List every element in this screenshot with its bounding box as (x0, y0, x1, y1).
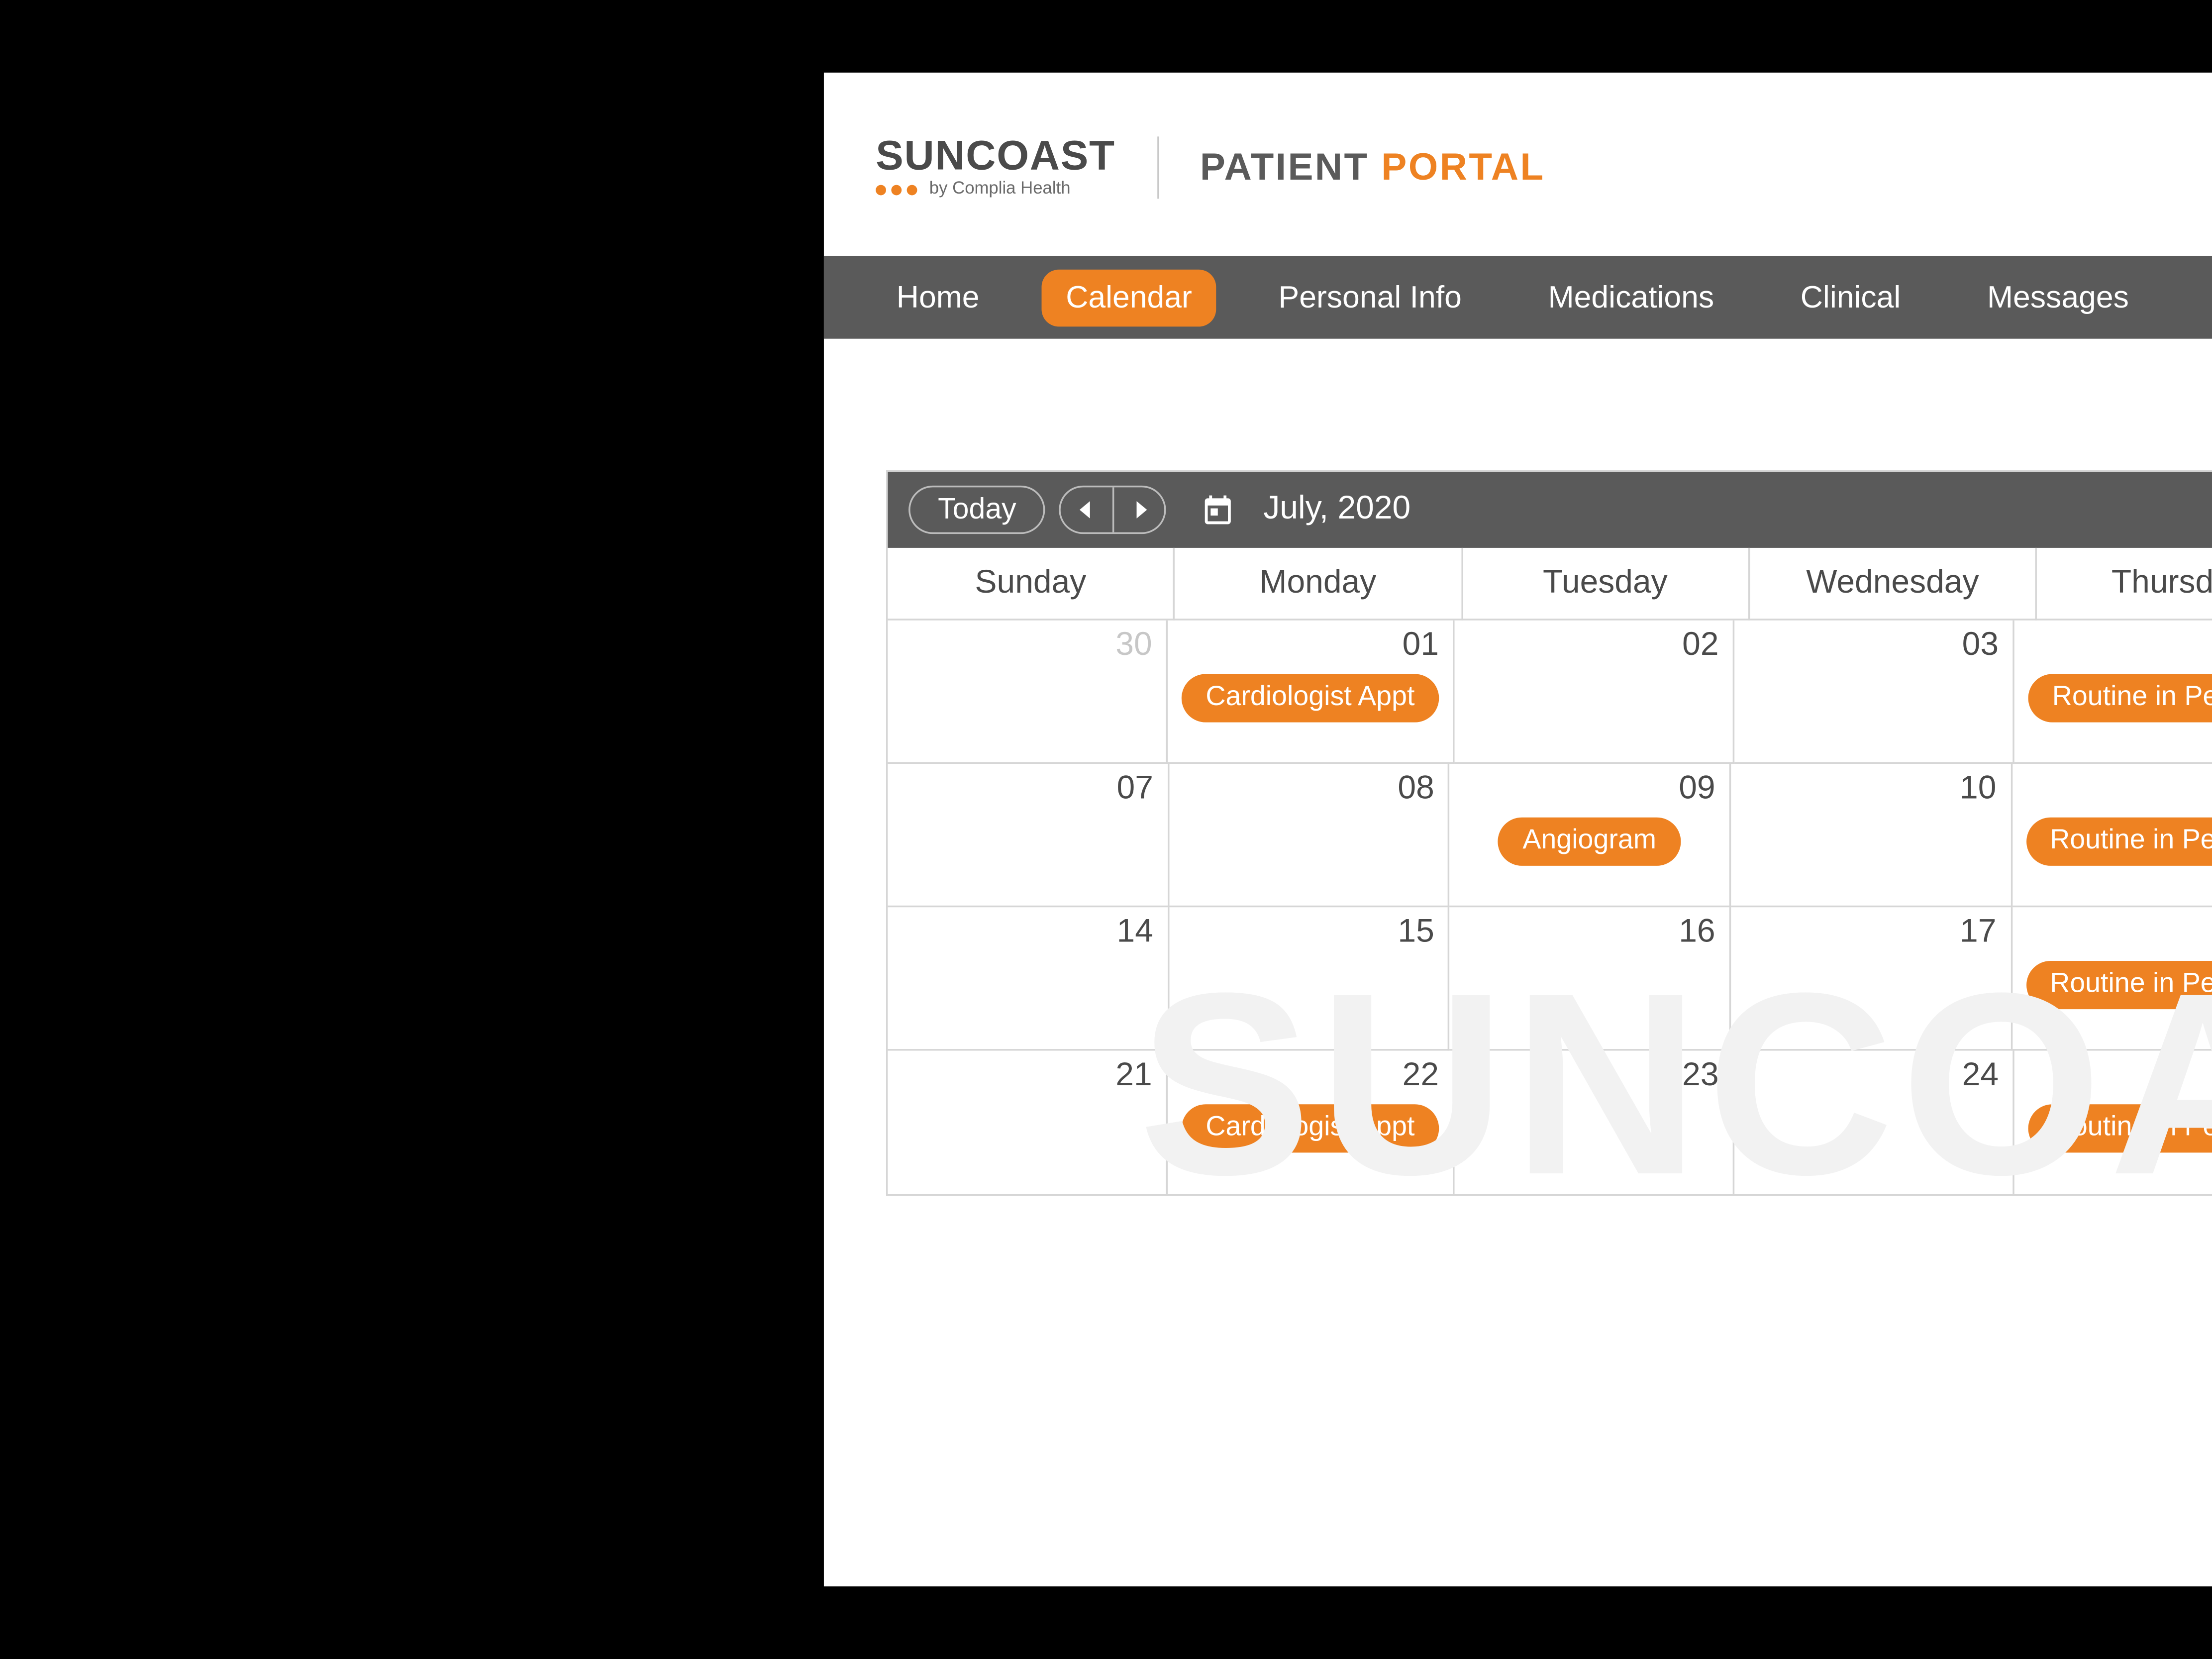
week-row: 30 01 Cardiologist Appt 02 03 04 Routine in Pe… (888, 621, 2212, 764)
calendar-event[interactable]: Routine in Person (2028, 674, 2212, 722)
brand-block: SUNCOAST by Complia Health PATIENT PORTA… (876, 136, 1545, 199)
day-cell[interactable]: 16 (1450, 907, 1731, 1050)
app-title-1: PATIENT (1200, 145, 1382, 189)
day-cell[interactable]: 15 (1169, 907, 1450, 1050)
day-cell[interactable]: 14 (888, 907, 1169, 1050)
day-cell[interactable]: 18 Routine in Person (2012, 907, 2212, 1050)
calendar-event[interactable]: Angiogram (1499, 818, 1681, 866)
brand-subline: by Complia Health (876, 182, 1115, 199)
app-title: PATIENT PORTAL (1200, 145, 1545, 190)
brand-name: SUNCOAST (876, 136, 1115, 178)
calendar-event[interactable]: Routine in Person (2025, 818, 2212, 866)
day-header-monday: Monday (1175, 548, 1462, 621)
triangle-left-icon (1079, 501, 1096, 518)
day-header-tuesday: Tuesday (1462, 548, 1749, 621)
day-number: 08 (1183, 771, 1434, 809)
calendar-grid: 30 01 Cardiologist Appt 02 03 04 Routine in Pe… (888, 621, 2212, 1194)
week-row: 1415161718Routine in Person1920 (888, 907, 2212, 1050)
day-number: 11 (2025, 771, 2212, 809)
week-row: 21 22 Cardiologist Appt 23 24 25 Routine in Pe… (888, 1051, 2212, 1194)
nav-item-medications[interactable]: Medications (1524, 269, 1738, 326)
day-number: 22 (1182, 1057, 1439, 1095)
day-cell[interactable]: 21 (888, 1051, 1168, 1194)
day-cell[interactable]: 08 (1169, 764, 1450, 907)
brand-dots-icon (876, 185, 917, 196)
date-picker-button[interactable] (1201, 493, 1235, 527)
calendar-toolbar: Today July, 2020 DayWeekMonth (888, 472, 2212, 548)
nav-item-home[interactable]: Home (872, 269, 1004, 326)
day-number: 07 (902, 771, 1153, 809)
day-header-wednesday: Wednesday (1750, 548, 2037, 621)
day-number: 04 (2028, 627, 2212, 665)
day-cell[interactable]: 01 Cardiologist Appt (1168, 621, 1454, 764)
day-cell[interactable]: 09 Angiogram (1450, 764, 1731, 907)
nav-item-messages[interactable]: Messages (1963, 269, 2153, 326)
nav-item-personal-info[interactable]: Personal Info (1254, 269, 1486, 326)
calendar-event[interactable]: Cardiologist Appt (1182, 674, 1439, 722)
day-number: 18 (2025, 914, 2212, 952)
day-number: 01 (1182, 627, 1439, 665)
day-number: 03 (1748, 627, 1999, 665)
calendar-event[interactable]: Routine in Person (2025, 961, 2212, 1009)
brand-tagline: by Complia Health (929, 182, 1071, 199)
day-number: 24 (1748, 1057, 1999, 1095)
week-row: 070809Angiogram1011Routine in Person1213 (888, 764, 2212, 907)
brand-logo: SUNCOAST by Complia Health (876, 136, 1115, 199)
day-header-row: SundayMondayTuesdayWednesdayThursdayFrid… (888, 548, 2212, 621)
nav-item-calendar[interactable]: Calendar (1042, 269, 1216, 326)
day-number: 15 (1183, 914, 1434, 952)
day-cell[interactable]: 11 Routine in Person (2012, 764, 2212, 907)
day-number: 23 (1468, 1057, 1718, 1095)
calendar-icon (1201, 493, 1235, 527)
calendar-body: 30 01 Cardiologist Appt 02 03 04 Routine in Pe… (888, 621, 2212, 1194)
calendar: Today July, 2020 DayWeekMonth (886, 470, 2212, 1196)
main-nav: Home Calendar Personal Info Medications Clin… (824, 256, 2212, 339)
nav-item-my-documents[interactable]: My Documents (2191, 269, 2212, 326)
next-button[interactable] (1113, 487, 1165, 532)
day-cell[interactable]: 02 (1454, 621, 1734, 764)
day-cell[interactable]: 25 Routine in Person (2014, 1051, 2212, 1194)
day-cell[interactable]: 24 (1734, 1051, 2014, 1194)
nav-item-clinical[interactable]: Clinical (1776, 269, 1925, 326)
prev-button[interactable] (1061, 487, 1113, 532)
day-cell[interactable]: 10 (1731, 764, 2012, 907)
day-cell[interactable]: 22 Cardiologist Appt (1168, 1051, 1454, 1194)
day-header-thursday: Thursday (2037, 548, 2212, 621)
day-cell[interactable]: 17 (1731, 907, 2012, 1050)
nav-arrow-group (1060, 486, 1167, 534)
day-cell[interactable]: 30 (888, 621, 1168, 764)
day-cell[interactable]: 23 (1454, 1051, 1734, 1194)
day-number: 25 (2028, 1057, 2212, 1095)
day-header-sunday: Sunday (888, 548, 1175, 621)
header: SUNCOAST by Complia Health PATIENT PORTA… (824, 73, 2212, 256)
day-number: 17 (1745, 914, 1997, 952)
day-number: 30 (902, 627, 1152, 665)
day-number: 16 (1464, 914, 1715, 952)
day-cell[interactable]: 04 Routine in Person (2014, 621, 2212, 764)
app-title-2: PORTAL (1381, 145, 1545, 189)
triangle-right-icon (1131, 501, 1149, 518)
calendar-event[interactable]: Routine in Person (2028, 1104, 2212, 1152)
month-label: July, 2020 (1263, 491, 1410, 528)
day-number: 21 (902, 1057, 1152, 1095)
day-number: 09 (1464, 771, 1715, 809)
day-number: 14 (902, 914, 1153, 952)
day-number: 02 (1468, 627, 1718, 665)
page: SUNCOAST by Complia Health PATIENT PORTA… (824, 73, 2212, 1586)
today-button[interactable]: Today (908, 486, 1046, 534)
day-cell[interactable]: 07 (888, 764, 1169, 907)
day-number: 10 (1745, 771, 1997, 809)
day-cell[interactable]: 03 (1734, 621, 2014, 764)
divider (1157, 136, 1158, 199)
calendar-event[interactable]: Cardiologist Appt (1182, 1104, 1439, 1152)
content: Today July, 2020 DayWeekMonth (824, 339, 2212, 1196)
